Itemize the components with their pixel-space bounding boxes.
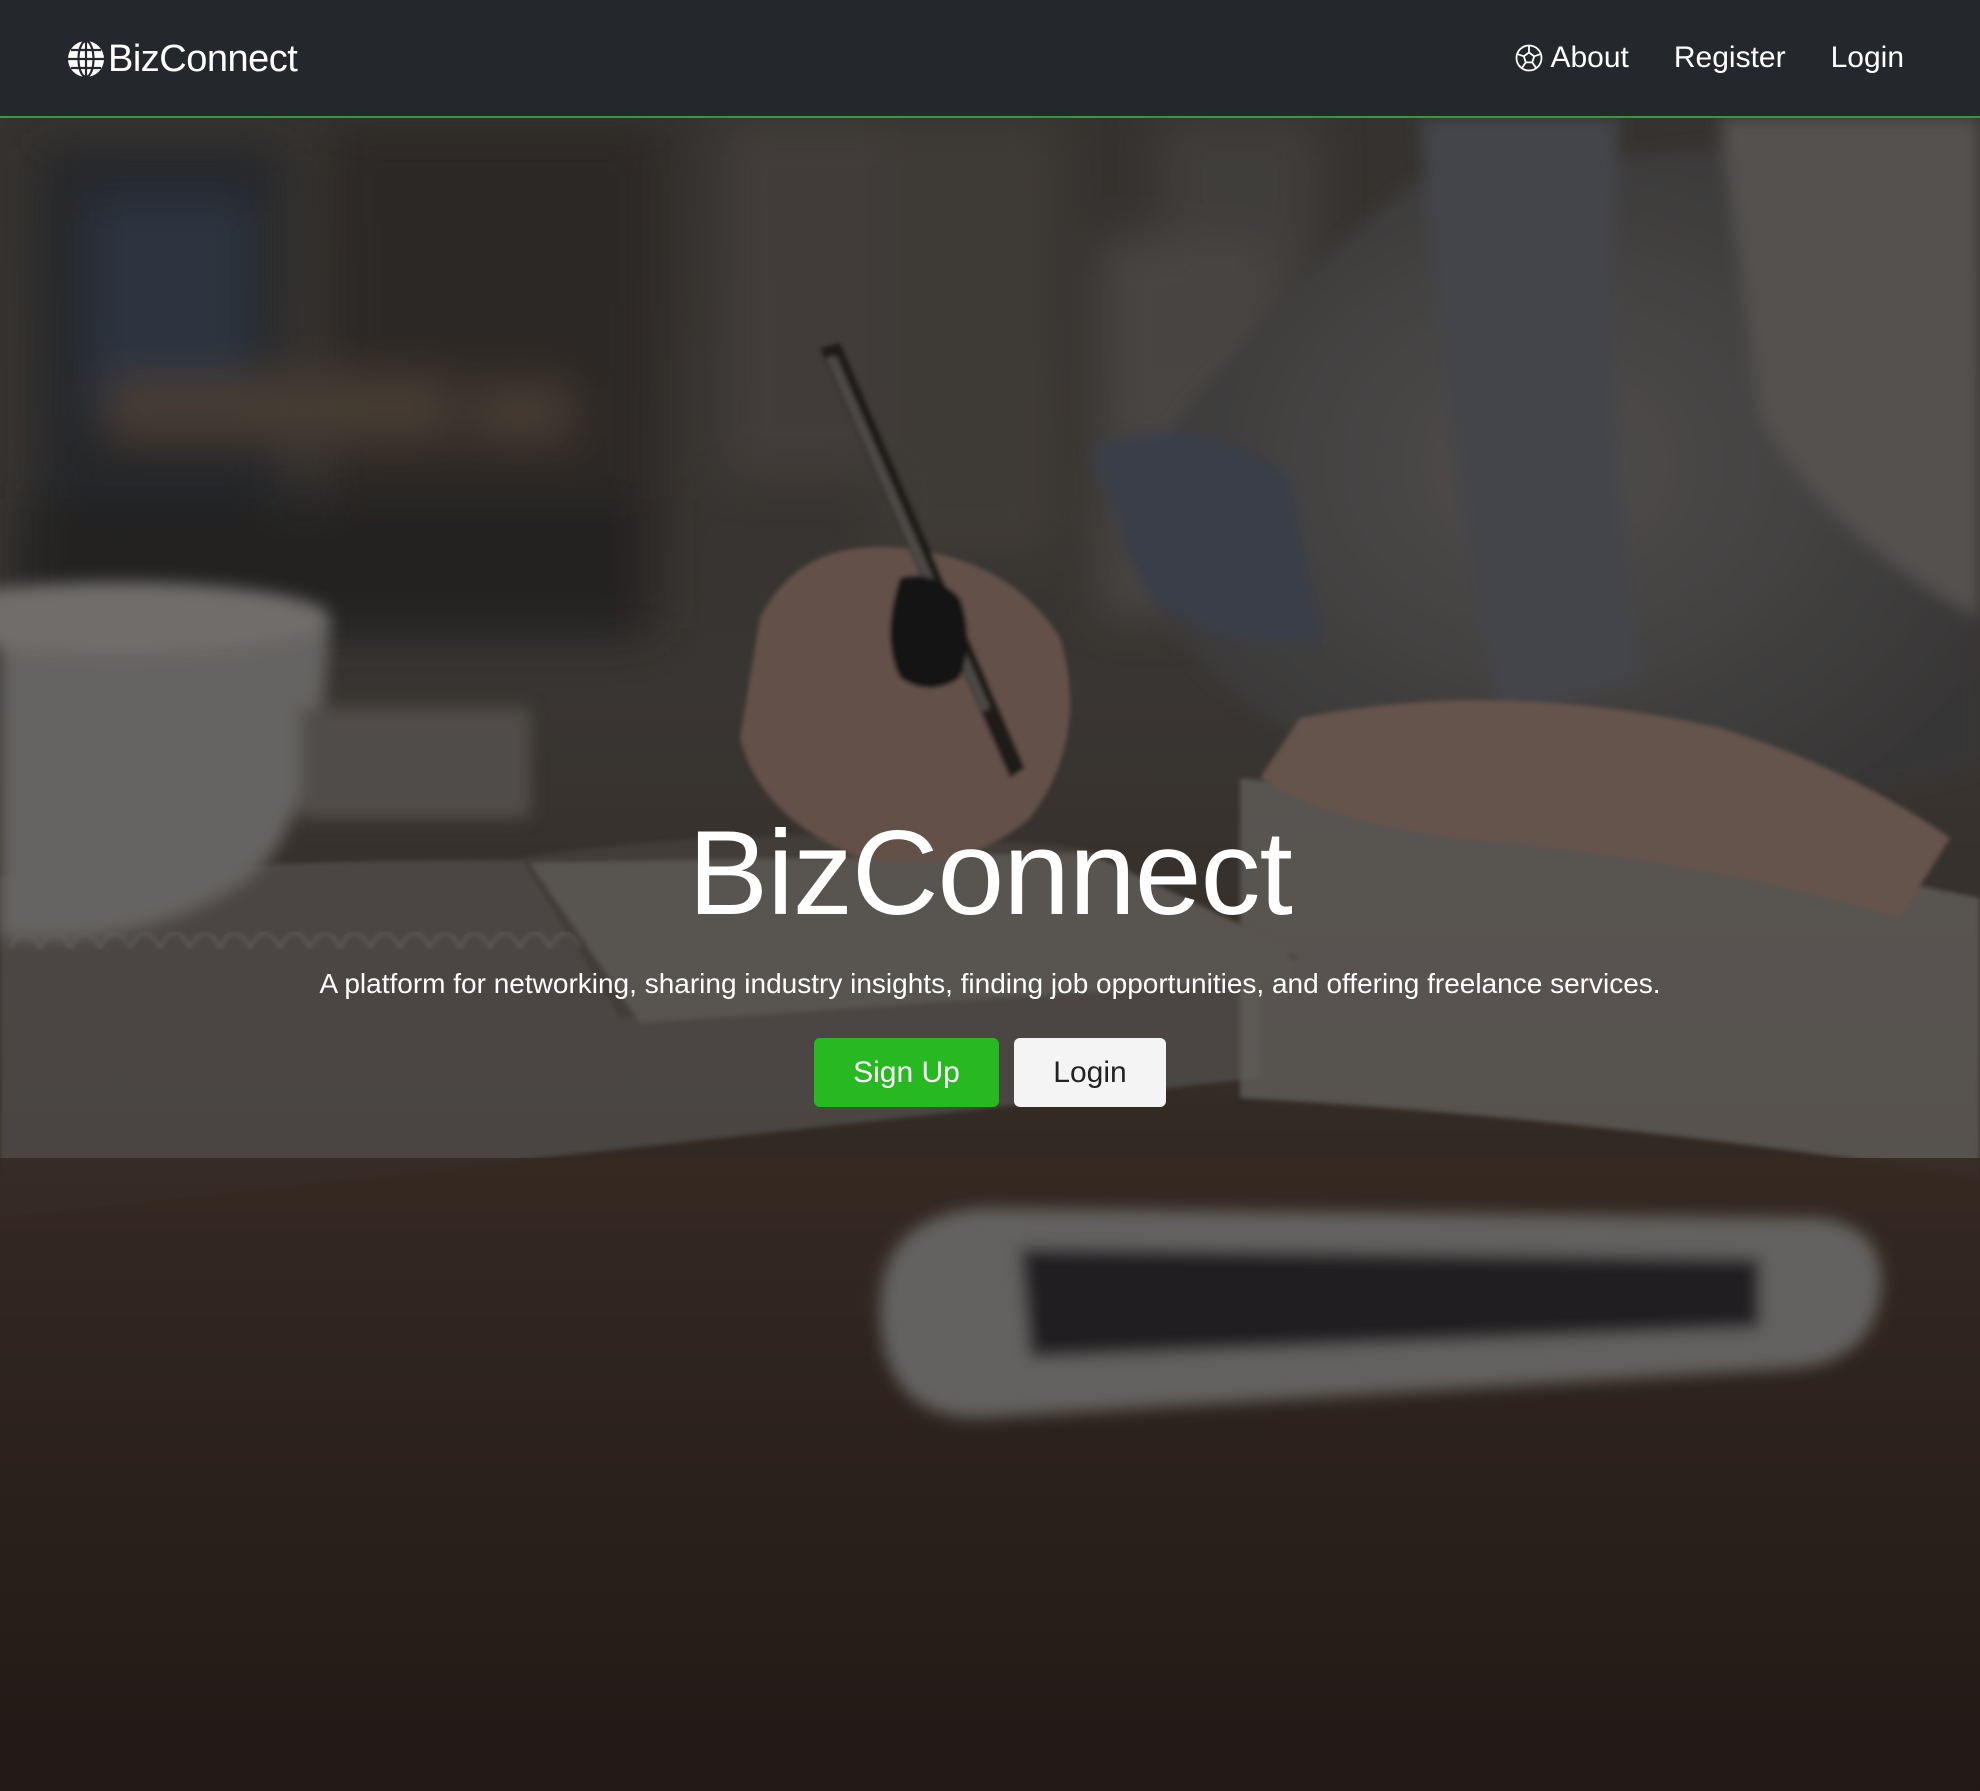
hero-section: BizConnect A platform for networking, sh… (0, 118, 1980, 1791)
nav-register-link[interactable]: Register (1674, 41, 1786, 75)
globe-icon (68, 39, 104, 79)
hero-login-button[interactable]: Login (1014, 1038, 1166, 1107)
soccer-ball-icon (1516, 44, 1543, 72)
nav-login-link[interactable]: Login (1831, 41, 1904, 75)
hero-subtitle: A platform for networking, sharing indus… (319, 968, 1661, 999)
nav-about-link[interactable]: About (1514, 41, 1629, 75)
hero-buttons: Sign Up Login (0, 1038, 1980, 1107)
nav-links: About Register Login (1514, 34, 1904, 82)
brand-link[interactable]: BizConnect (66, 34, 298, 84)
top-navbar: BizConnect About Register Login (0, 0, 1980, 118)
hero-title: BizConnect (688, 806, 1293, 940)
brand-name: BizConnect (108, 37, 298, 80)
nav-about-label: About (1550, 41, 1629, 74)
hero-content: BizConnect A platform for networking, sh… (0, 808, 1980, 1107)
sign-up-button[interactable]: Sign Up (814, 1038, 999, 1107)
